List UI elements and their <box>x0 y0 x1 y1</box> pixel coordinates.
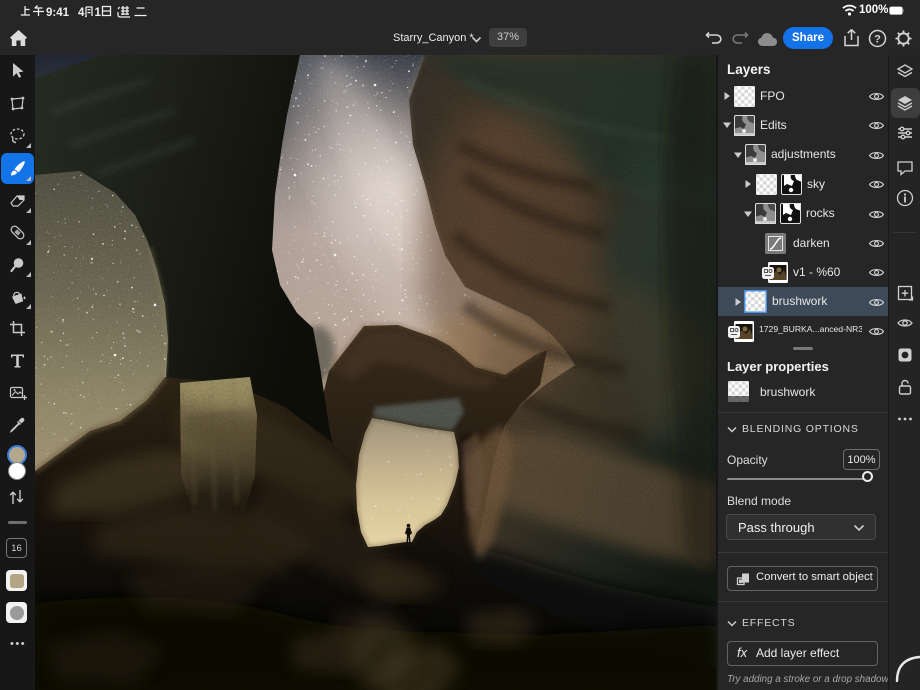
svg-text:?: ? <box>874 34 881 46</box>
svg-text:4: 4 <box>78 7 85 19</box>
svg-text:1: 1 <box>95 7 102 19</box>
svg-text:9:41: 9:41 <box>46 7 70 19</box>
